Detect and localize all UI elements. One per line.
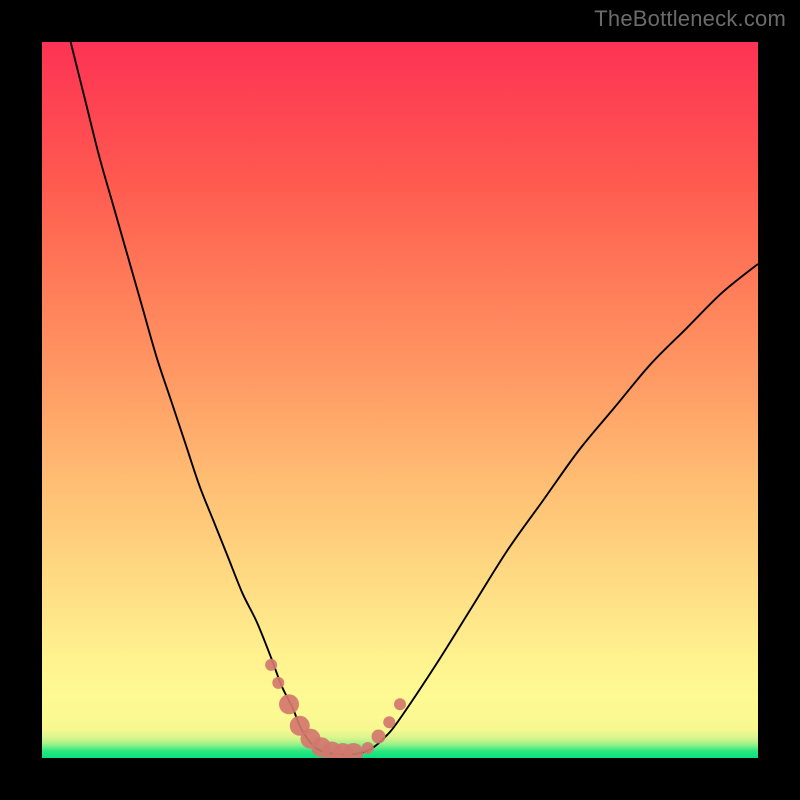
curve-svg — [42, 42, 758, 758]
marker-dot — [272, 677, 284, 689]
plot-area — [42, 42, 758, 758]
marker-dot — [265, 659, 277, 671]
chart-frame: TheBottleneck.com — [0, 0, 800, 800]
watermark-label: TheBottleneck.com — [594, 6, 786, 32]
bottleneck-curve — [71, 42, 758, 754]
near-min-markers — [265, 659, 406, 758]
marker-dot — [372, 730, 386, 744]
marker-dot — [362, 742, 374, 754]
marker-dot — [383, 716, 395, 728]
marker-dot — [394, 698, 406, 710]
marker-dot — [279, 694, 299, 714]
